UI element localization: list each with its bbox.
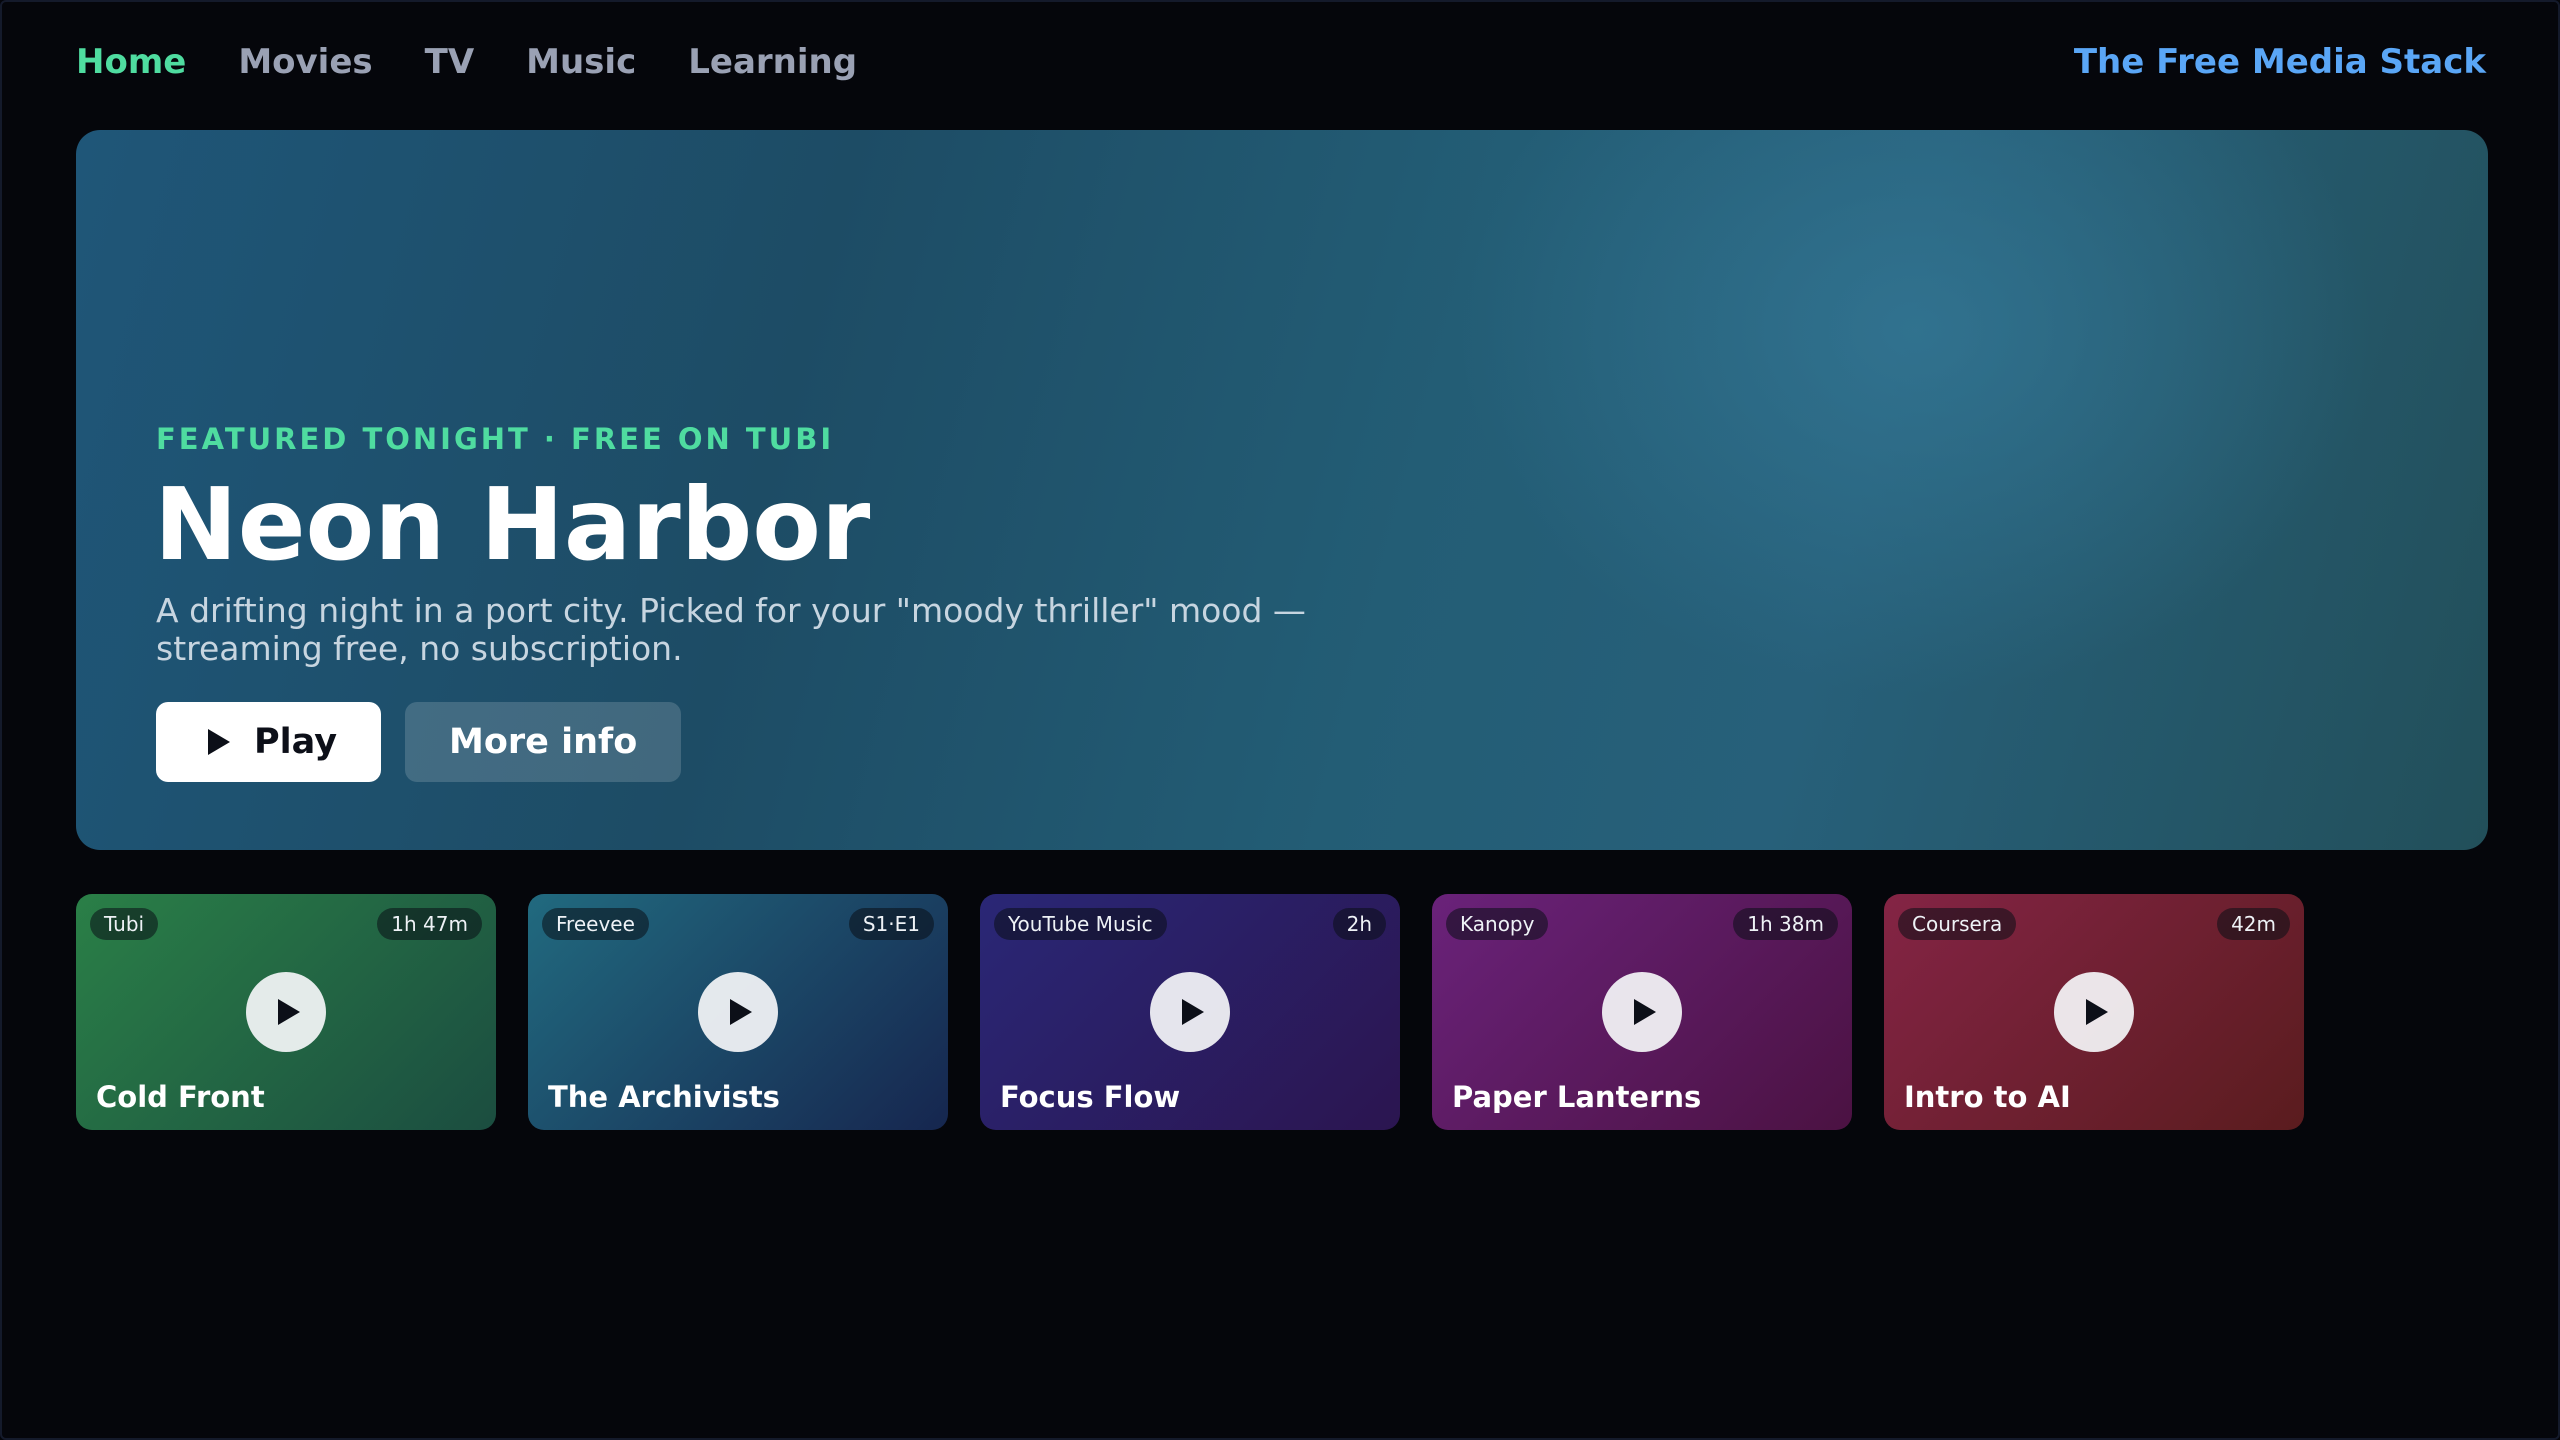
nav-tv[interactable]: TV xyxy=(425,42,475,82)
hero-kicker: FEATURED TONIGHT · FREE ON TUBI xyxy=(156,422,835,456)
play-button-label: Play xyxy=(254,722,338,762)
card-title: Intro to AI xyxy=(1904,1080,2071,1114)
nav-home[interactable]: Home xyxy=(76,42,186,82)
duration-badge: 1h 47m xyxy=(377,908,482,940)
content-card[interactable]: Kanopy 1h 38m Paper Lanterns xyxy=(1432,894,1852,1130)
play-icon xyxy=(1634,999,1656,1025)
duration-badge: S1·E1 xyxy=(848,908,934,940)
play-icon xyxy=(1182,999,1204,1025)
hero-actions: Play More info xyxy=(156,702,682,782)
card-title: Focus Flow xyxy=(1000,1080,1181,1114)
card-play-button[interactable] xyxy=(1602,972,1682,1052)
provider-badge: Freevee xyxy=(542,908,649,940)
card-play-button[interactable] xyxy=(2054,972,2134,1052)
play-button[interactable]: Play xyxy=(156,702,382,782)
nav-music[interactable]: Music xyxy=(526,42,636,82)
content-card[interactable]: Tubi 1h 47m Cold Front xyxy=(76,894,496,1130)
card-title: The Archivists xyxy=(548,1080,780,1114)
duration-badge: 42m xyxy=(2217,908,2290,940)
content-card[interactable]: YouTube Music 2h Focus Flow xyxy=(980,894,1400,1130)
brand-title: The Free Media Stack xyxy=(2073,42,2486,82)
play-icon xyxy=(730,999,752,1025)
duration-badge: 2h xyxy=(1332,908,1386,940)
play-icon xyxy=(208,729,230,755)
provider-badge: Tubi xyxy=(90,908,159,940)
hero-banner: FEATURED TONIGHT · FREE ON TUBI Neon Har… xyxy=(76,130,2488,850)
provider-badge: Coursera xyxy=(1898,908,2017,940)
card-title: Paper Lanterns xyxy=(1452,1080,1702,1114)
card-play-button[interactable] xyxy=(1150,972,1230,1052)
play-icon xyxy=(2086,999,2108,1025)
more-info-button[interactable]: More info xyxy=(405,702,682,782)
play-icon xyxy=(278,999,300,1025)
top-nav: Home Movies TV Music Learning xyxy=(76,42,857,82)
hero-title: Neon Harbor xyxy=(154,466,871,583)
card-play-button[interactable] xyxy=(698,972,778,1052)
content-card[interactable]: Freevee S1·E1 The Archivists xyxy=(528,894,948,1130)
app-window: Home Movies TV Music Learning The Free M… xyxy=(0,0,2560,1440)
nav-learning[interactable]: Learning xyxy=(688,42,857,82)
provider-badge: YouTube Music xyxy=(994,908,1167,940)
content-row: Tubi 1h 47m Cold Front Freevee S1·E1 The… xyxy=(76,894,2304,1130)
nav-movies[interactable]: Movies xyxy=(238,42,372,82)
hero-description: A drifting night in a port city. Picked … xyxy=(156,591,1306,668)
duration-badge: 1h 38m xyxy=(1733,908,1838,940)
card-title: Cold Front xyxy=(96,1080,265,1114)
content-card[interactable]: Coursera 42m Intro to AI xyxy=(1884,894,2304,1130)
card-play-button[interactable] xyxy=(246,972,326,1052)
provider-badge: Kanopy xyxy=(1446,908,1549,940)
